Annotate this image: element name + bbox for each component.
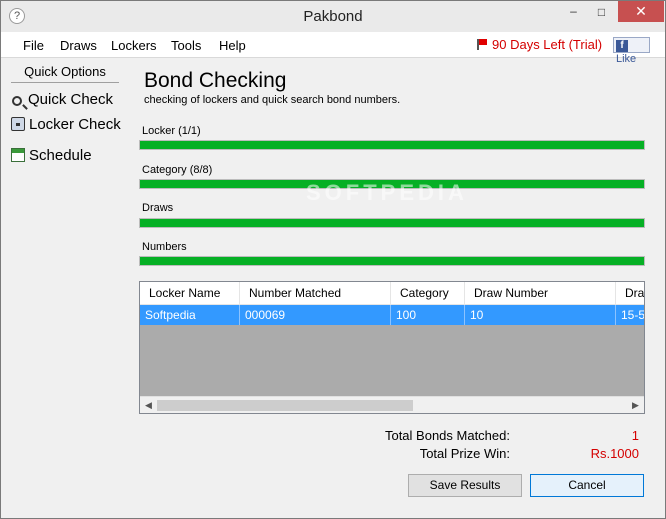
sidebar-header: Quick Options [11,61,119,83]
app-window: ? Pakbond – □ ✕ File Draws Lockers Tools… [0,0,666,519]
menu-tools[interactable]: Tools [171,38,201,53]
total-bonds-value: 1 [631,428,639,443]
sidebar-item-quick-check[interactable]: Quick Check [11,89,113,111]
draws-progress-bar [139,218,645,228]
category-progress-bar [139,179,645,189]
draws-progress-label: Draws [142,202,174,214]
menu-help[interactable]: Help [219,38,246,53]
table-header: Locker Name Number Matched Category Draw… [140,282,644,305]
sidebar-item-label: Schedule [29,147,92,164]
menu-file[interactable]: File [23,38,44,53]
quick-options-panel: Quick Options Quick Check Locker Check S… [9,61,121,511]
results-table[interactable]: Locker Name Number Matched Category Draw… [139,281,645,414]
cell-locker-name: Softpedia [140,305,240,325]
table-row[interactable]: Softpedia 000069 100 10 15-5- [140,305,644,325]
menu-bar: File Draws Lockers Tools Help 90 Days Le… [1,32,665,65]
cell-draw: 15-5- [621,308,645,322]
numbers-progress-bar [139,256,645,266]
locker-icon [11,117,25,131]
column-header-category[interactable]: Category [391,282,465,305]
progress-fill [140,180,644,188]
sidebar-item-schedule[interactable]: Schedule [11,145,92,167]
progress-fill [140,257,644,265]
scroll-left-icon[interactable]: ◀ [140,397,157,413]
sidebar-item-label: Quick Check [28,91,114,108]
magnifier-icon [12,96,22,106]
scroll-thumb[interactable] [157,400,413,411]
maximize-button[interactable]: □ [588,1,615,22]
column-header-locker-name[interactable]: Locker Name [140,282,240,305]
save-results-button[interactable]: Save Results [408,474,522,497]
numbers-progress-label: Numbers [142,241,187,253]
menu-lockers[interactable]: Lockers [111,38,157,53]
locker-progress-bar [139,140,645,150]
facebook-icon: f [616,40,628,52]
cancel-button[interactable]: Cancel [530,474,644,497]
calendar-icon [11,148,25,162]
progress-fill [140,141,644,149]
scroll-right-icon[interactable]: ▶ [627,397,644,413]
cell-draw-number: 10 [465,305,616,325]
sidebar-item-locker-check[interactable]: Locker Check [11,114,121,136]
column-header-number-matched[interactable]: Number Matched [240,282,391,305]
locker-progress-label: Locker (1/1) [142,125,201,137]
facebook-like-button[interactable]: fLike [613,37,650,65]
horizontal-scrollbar[interactable]: ◀ ▶ [140,396,644,413]
trial-status[interactable]: 90 Days Left (Trial) [477,37,602,52]
trial-text: 90 Days Left (Trial) [492,37,603,52]
sidebar-item-label: Locker Check [29,116,121,133]
close-button[interactable]: ✕ [618,1,664,22]
cell-category: 100 [391,305,465,325]
page-subtitle: checking of lockers and quick search bon… [144,94,401,106]
cell-number-matched: 000069 [240,305,391,325]
menu-draws[interactable]: Draws [60,38,97,53]
total-prize-label: Total Prize Win: [419,446,510,461]
minimize-button[interactable]: – [560,1,587,22]
page-title: Bond Checking [144,69,287,92]
column-header-draw[interactable]: Draw [616,282,644,305]
total-prize-value: Rs.1000 [590,446,639,461]
progress-fill [140,219,644,227]
column-header-draw-number[interactable]: Draw Number [465,282,616,305]
main-panel: Bond Checking checking of lockers and qu… [131,61,661,511]
title-bar[interactable]: ? Pakbond – □ ✕ [1,1,665,32]
flag-icon [477,39,488,50]
total-bonds-label: Total Bonds Matched: [384,428,510,443]
category-progress-label: Category (8/8) [142,164,213,176]
